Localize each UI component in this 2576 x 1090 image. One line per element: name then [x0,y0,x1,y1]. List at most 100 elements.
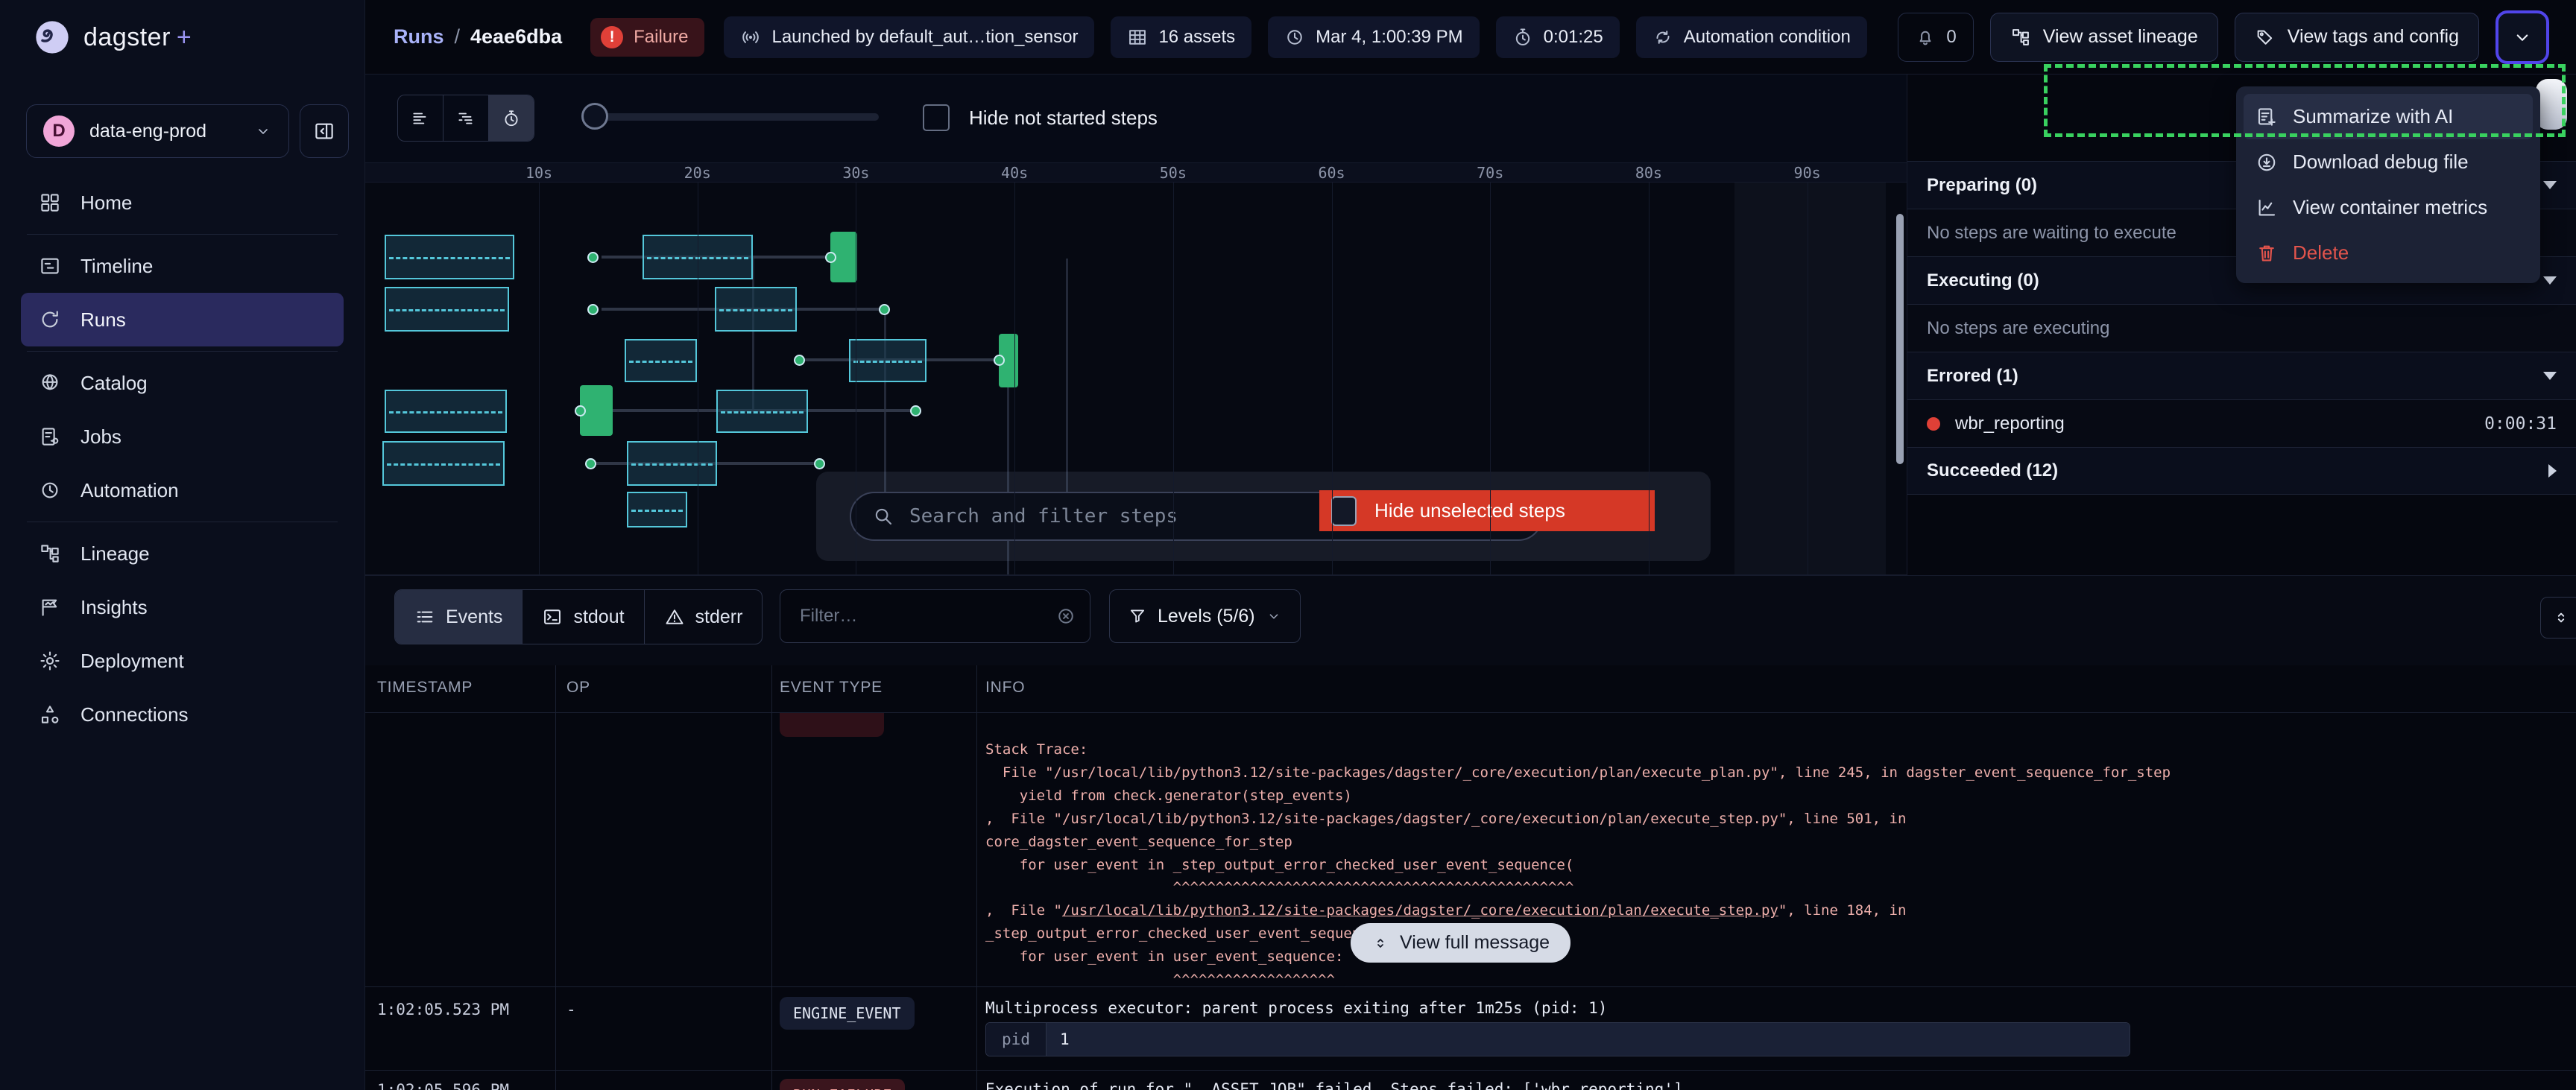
file-path-link[interactable]: /usr/local/lib/python3.12/site-packages/… [1062,902,1778,919]
step-marker[interactable] [825,252,836,263]
view-asset-lineage-button[interactable]: View asset lineage [1990,13,2218,62]
step-marker[interactable] [587,304,599,315]
gantt-chart[interactable]: Hide unselected steps [365,183,1907,575]
axis-tick: 50s [1160,164,1187,182]
chevron-down-icon [254,122,272,140]
step-bar-not-started[interactable] [849,339,926,382]
col-op: OP [566,679,590,697]
step-bar-not-started[interactable] [385,287,509,332]
chevron-down-icon[interactable] [2543,181,2557,189]
chevron-down-icon[interactable] [2543,372,2557,380]
trace-line: for user_event in _step_output_error_che… [985,854,2171,877]
hide-unselected-checkbox[interactable] [1331,496,1357,526]
automation-clock-icon [39,479,61,501]
step-marker[interactable] [575,405,586,416]
sidebar-item-label: Catalog [80,372,148,395]
empty-message-label: No steps are waiting to execute [1927,223,2176,244]
stopwatch-icon [1512,27,1533,48]
tab-label: stdout [573,606,624,628]
timed-view-button[interactable] [489,95,534,141]
clear-filter-icon[interactable] [1055,606,1076,627]
step-bar-not-started[interactable] [385,390,507,433]
status-section-header[interactable]: Errored (1) [1907,352,2576,399]
chevron-down-icon[interactable] [2543,276,2557,285]
sidebar-item-deployment[interactable]: Deployment [0,634,364,688]
step-bar-not-started[interactable] [715,287,797,332]
log-filter-input[interactable] [798,605,1046,627]
table-row[interactable]: 1:02:05.523 PM - ENGINE_EVENT Multiproce… [365,987,2576,1071]
axis-tick: 70s [1477,164,1503,182]
tab-label: stderr [695,606,743,628]
signal-icon [740,27,761,48]
failure-icon: ! [601,26,623,48]
levels-dropdown[interactable]: Levels (5/6) [1109,589,1301,643]
step-name[interactable]: wbr_reporting [1955,413,2065,434]
slider-handle[interactable] [581,103,608,130]
step-marker[interactable] [585,458,596,469]
table-row[interactable]: 1:02:05.596 PM - RUN_FAILURE Execution o… [365,1071,2576,1090]
sidebar-item-insights[interactable]: Insights [0,580,364,634]
waterfall-view-button[interactable] [443,95,489,141]
log-filter-box[interactable] [780,589,1090,643]
menu-item-view-container-metrics[interactable]: View container metrics [2244,185,2533,230]
gantt-scrollbar[interactable] [1896,214,1904,464]
errored-step-row[interactable]: wbr_reporting 0:00:31 [1907,399,2576,447]
menu-item-download-debug-file[interactable]: Download debug file [2244,139,2533,185]
gantt-zoom-slider[interactable] [583,113,879,121]
step-bar-not-started[interactable] [382,441,505,486]
tab-stderr[interactable]: stderr [645,590,763,644]
chevron-down-icon [2511,26,2534,48]
step-duration: 0:00:31 [2484,414,2557,434]
table-row[interactable]: Stack Trace: File "/usr/local/lib/python… [365,713,2576,987]
sidebar-item-runs[interactable]: Runs [21,293,344,346]
row-op: - [566,1081,576,1090]
run-actions-menu: Summarize with AIDownload debug fileView… [2236,86,2540,283]
sidebar-item-catalog[interactable]: Catalog [0,356,364,410]
sidebar-item-home[interactable]: Home [0,176,364,229]
flat-view-button[interactable] [398,95,443,141]
step-marker[interactable] [794,355,805,366]
breadcrumb-runs-link[interactable]: Runs [394,25,444,48]
jobs-icon [39,425,61,448]
step-bar-not-started[interactable] [627,492,687,527]
sidebar-item-jobs[interactable]: Jobs [0,410,364,463]
workspace-selector[interactable]: D data-eng-prod [26,104,289,158]
step-bar-not-started[interactable] [627,441,717,486]
step-marker[interactable] [910,405,921,416]
step-bar-not-started[interactable] [625,339,697,382]
sidebar-collapse-button[interactable] [300,104,349,158]
step-marker[interactable] [994,355,1005,366]
step-bar-not-started[interactable] [385,235,514,279]
sidebar-item-label: Jobs [80,425,121,449]
trash-icon [2255,242,2278,264]
trace-line: File "/usr/local/lib/python3.12/site-pac… [985,761,2171,785]
expand-log-button[interactable] [2540,597,2576,639]
step-marker[interactable] [879,304,890,315]
tab-events[interactable]: Events [395,590,523,644]
sidebar-item-lineage[interactable]: Lineage [0,527,364,580]
sidebar-item-automation[interactable]: Automation [0,463,364,517]
chevron-right-icon[interactable] [2548,464,2557,478]
menu-item-summarize-with-ai[interactable]: Summarize with AI [2244,94,2533,139]
run-actions-menu-button[interactable] [2496,10,2549,64]
sidebar-item-timeline[interactable]: Timeline [0,239,364,293]
view-asset-lineage-label: View asset lineage [2043,26,2198,48]
gantt-toolbar: Hide not started steps [365,75,1907,162]
timeline-icon [39,255,61,277]
tab-stdout[interactable]: stdout [523,590,644,644]
insights-icon [39,596,61,618]
status-section-header[interactable]: Succeeded (12) [1907,447,2576,495]
step-bar-not-started[interactable] [716,390,808,433]
view-tags-config-button[interactable]: View tags and config [2235,13,2479,62]
step-marker[interactable] [587,252,599,263]
menu-item-delete[interactable]: Delete [2244,230,2533,276]
row-info: Multiprocess executor: parent process ex… [985,999,1607,1017]
sidebar-item-connections[interactable]: Connections [0,688,364,741]
funnel-icon [1128,606,1147,626]
tag-icon [2255,27,2276,48]
step-marker[interactable] [814,458,825,469]
product-name: dagster [83,23,171,52]
notifications-button[interactable]: 0 [1898,13,1973,62]
hide-not-started-checkbox[interactable] [923,104,950,131]
view-full-message-button[interactable]: View full message [1351,923,1570,963]
